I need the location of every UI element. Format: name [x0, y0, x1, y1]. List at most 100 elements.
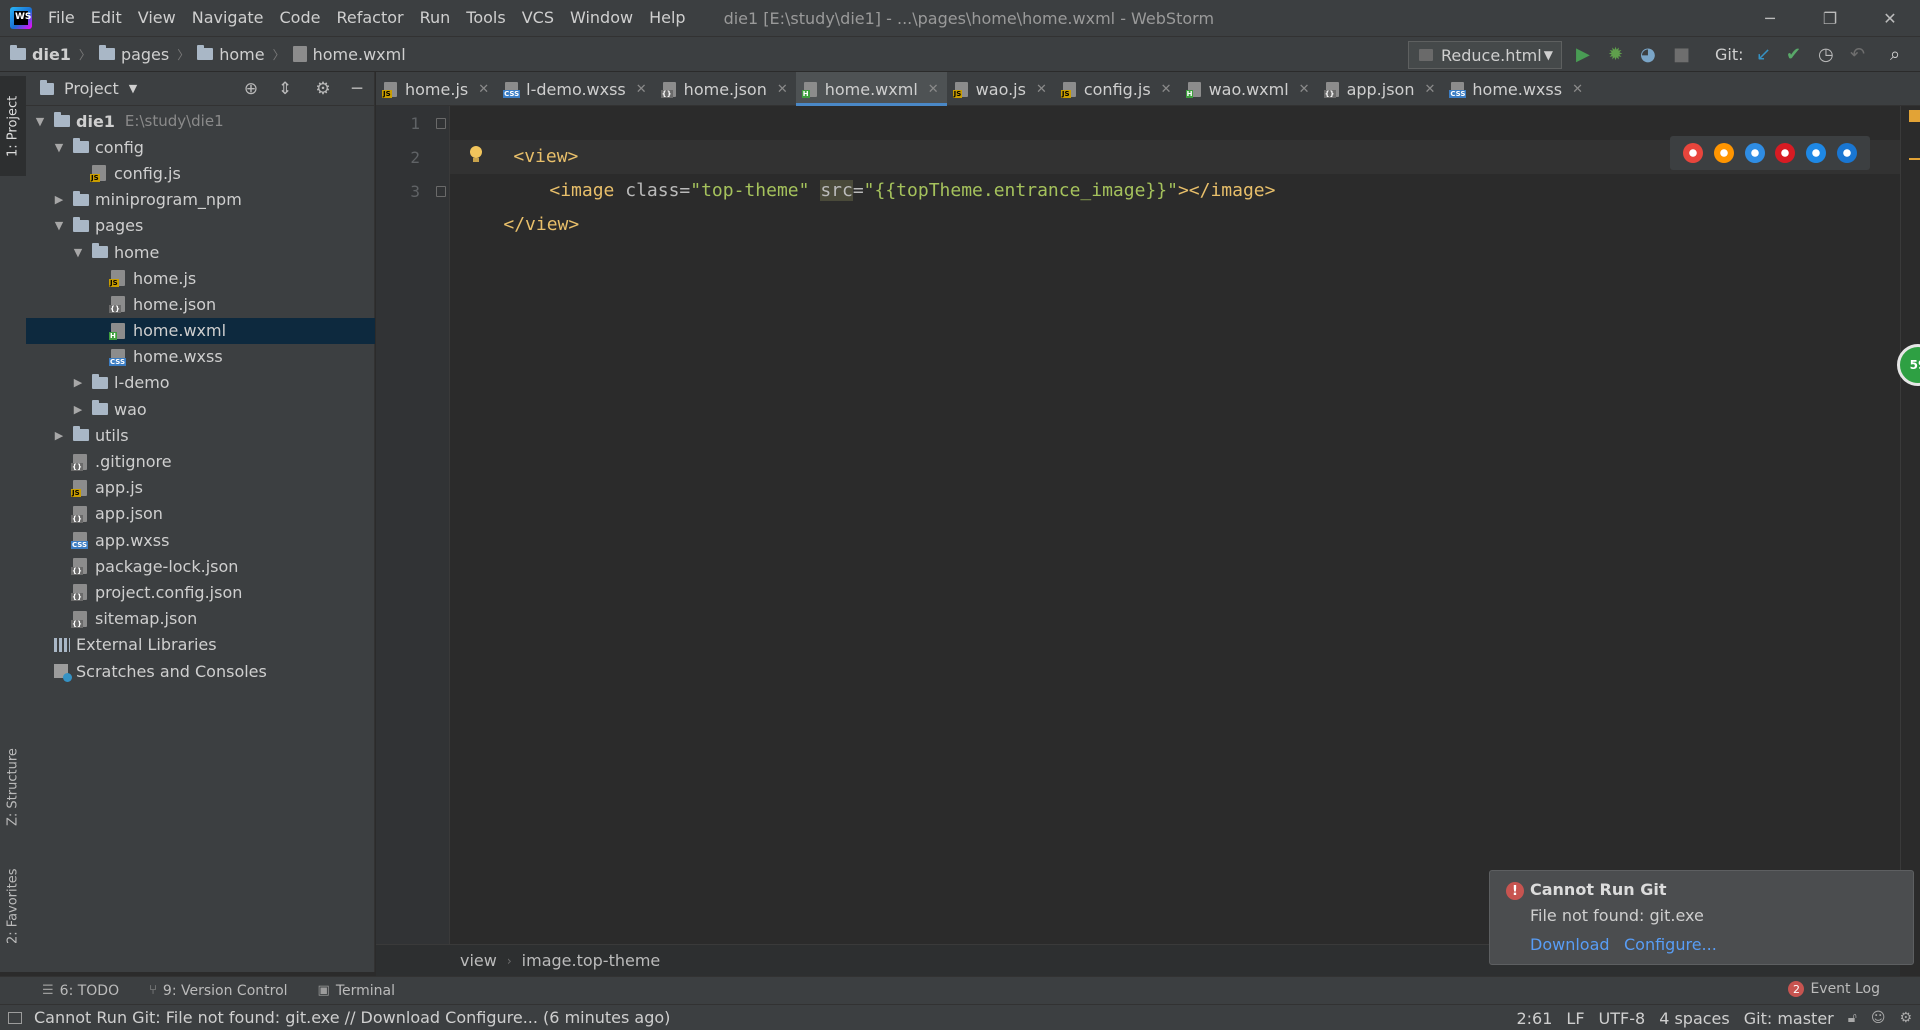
chevron-down-icon[interactable]: ▼ [129, 82, 137, 95]
close-icon[interactable]: ✕ [928, 82, 939, 97]
git-branch[interactable]: Git: master [1744, 1009, 1834, 1028]
breadcrumb-view[interactable]: view [460, 951, 497, 970]
nav-crumb-home[interactable]: home [193, 45, 265, 64]
nav-crumb-pages[interactable]: pages [95, 45, 169, 64]
collapsed-arrow-icon[interactable]: ▶ [51, 193, 67, 206]
tree-item[interactable]: External Libraries [26, 632, 375, 658]
edge-icon[interactable] [1836, 143, 1857, 163]
safari-icon[interactable] [1744, 143, 1765, 163]
collapsed-arrow-icon[interactable]: ▶ [70, 376, 86, 389]
git-commit-icon[interactable]: ✔ [1786, 45, 1801, 65]
close-icon[interactable]: ✕ [1036, 82, 1047, 97]
stop-icon[interactable]: ■ [1673, 45, 1690, 65]
line-separator[interactable]: LF [1566, 1009, 1584, 1028]
run-icon[interactable]: ▶ [1576, 45, 1590, 65]
menu-code[interactable]: Code [272, 0, 329, 36]
favorites-tool-tab[interactable]: 2: Favorites [0, 856, 26, 956]
tree-item[interactable]: ▼ home [26, 239, 375, 265]
tree-item[interactable]: ▶ utils [26, 422, 375, 448]
menu-help[interactable]: Help [641, 0, 693, 36]
editor-tab[interactable]: JS wao.js ✕ [947, 72, 1055, 106]
tree-item[interactable]: Hhome.wxml [26, 317, 375, 344]
debug-icon[interactable]: ✹ [1608, 45, 1623, 65]
hide-icon[interactable]: ─ [340, 79, 374, 99]
menu-vcs[interactable]: VCS [514, 0, 562, 36]
opera-icon[interactable] [1775, 143, 1796, 163]
tree-item[interactable]: CSS app.wxss [26, 527, 375, 553]
tree-item[interactable]: ▶ wao [26, 396, 375, 422]
panel-toggle-icon[interactable] [8, 1011, 22, 1024]
run-configuration-select[interactable]: Reduce.html ▼ [1408, 41, 1562, 69]
expanded-arrow-icon[interactable]: ▼ [51, 219, 67, 232]
tree-item[interactable]: {} package-lock.json [26, 553, 375, 579]
collapsed-arrow-icon[interactable]: ▶ [70, 403, 86, 416]
caret-position[interactable]: 2:61 [1516, 1009, 1552, 1028]
ie-icon[interactable] [1805, 143, 1826, 163]
terminal-tool-button[interactable]: ▣ Terminal [318, 983, 395, 999]
menu-refactor[interactable]: Refactor [328, 0, 411, 36]
locate-icon[interactable]: ⊕ [234, 79, 268, 99]
memory-icon[interactable]: ⚙ [1899, 1010, 1912, 1026]
editor-tab[interactable]: JS home.js ✕ [376, 72, 497, 106]
tree-item[interactable]: CSS home.wxss [26, 344, 375, 370]
tree-item[interactable]: {} home.json [26, 291, 375, 317]
warning-marker[interactable] [1909, 158, 1920, 160]
tree-item[interactable]: JS config.js [26, 160, 375, 186]
restore-button[interactable]: ❐ [1800, 0, 1860, 36]
fold-marker-icon[interactable] [436, 186, 446, 197]
close-icon[interactable]: ✕ [777, 82, 788, 97]
project-tool-tab[interactable]: 1: Project [0, 76, 26, 176]
coverage-icon[interactable]: ◕ [1640, 45, 1656, 65]
download-link[interactable]: Download [1530, 935, 1610, 954]
editor-tab[interactable]: JS config.js ✕ [1055, 72, 1180, 106]
structure-tool-tab[interactable]: Z: Structure [0, 732, 26, 842]
tree-item[interactable]: ▶ l-demo [26, 370, 375, 396]
menu-navigate[interactable]: Navigate [184, 0, 272, 36]
editor-tab[interactable]: CSS l-demo.wxss ✕ [497, 72, 655, 106]
tree-item[interactable]: ▶ miniprogram_npm [26, 187, 375, 213]
search-icon[interactable]: ⌕ [1890, 45, 1900, 65]
editor-tab[interactable]: Hwao.wxml ✕ [1180, 72, 1318, 106]
nav-crumb-project[interactable]: die1 [0, 45, 71, 64]
expanded-arrow-icon[interactable]: ▼ [70, 246, 86, 259]
close-button[interactable]: ✕ [1860, 0, 1920, 36]
tree-item[interactable]: ▼ config [26, 134, 375, 160]
revert-icon[interactable]: ↶ [1850, 45, 1865, 65]
project-view-selector[interactable]: Project [64, 79, 119, 98]
tree-item[interactable]: Scratches and Consoles [26, 658, 375, 684]
close-icon[interactable]: ✕ [1572, 82, 1583, 97]
chrome-icon[interactable] [1683, 143, 1704, 163]
version-control-tool-button[interactable]: ⑂ 9: Version Control [149, 983, 287, 999]
close-icon[interactable]: ✕ [478, 82, 489, 97]
menu-file[interactable]: File [40, 0, 83, 36]
expanded-arrow-icon[interactable]: ▼ [32, 115, 48, 128]
tree-item[interactable]: {} sitemap.json [26, 606, 375, 632]
indent-setting[interactable]: 4 spaces [1659, 1009, 1730, 1028]
close-icon[interactable]: ✕ [1299, 82, 1310, 97]
tree-item[interactable]: {} .gitignore [26, 448, 375, 474]
firefox-icon[interactable] [1713, 143, 1734, 163]
editor-tab[interactable]: CSS home.wxss ✕ [1443, 72, 1591, 106]
editor-tab[interactable]: Hhome.wxml ✕ [795, 72, 947, 106]
tree-item[interactable]: ▼ pages [26, 213, 375, 239]
menu-run[interactable]: Run [412, 0, 459, 36]
configure-link[interactable]: Configure... [1624, 935, 1717, 954]
editor-tab[interactable]: {} app.json ✕ [1318, 72, 1444, 106]
close-icon[interactable]: ✕ [636, 82, 647, 97]
close-icon[interactable]: ✕ [1161, 82, 1172, 97]
expanded-arrow-icon[interactable]: ▼ [51, 141, 67, 154]
file-encoding[interactable]: UTF-8 [1599, 1009, 1646, 1028]
menu-window[interactable]: Window [562, 0, 641, 36]
code-editor[interactable]: <view> <image class="top-theme" src="{{t… [450, 106, 1900, 944]
event-log-button[interactable]: 2 Event Log [1788, 981, 1880, 997]
editor-tab[interactable]: {} home.json ✕ [655, 72, 796, 106]
breadcrumb-image[interactable]: image.top-theme [522, 951, 661, 970]
tree-item[interactable]: {} app.json [26, 501, 375, 527]
collapse-all-icon[interactable]: ⇕ [268, 79, 302, 99]
gear-icon[interactable]: ⚙ [306, 79, 340, 99]
collapsed-arrow-icon[interactable]: ▶ [51, 429, 67, 442]
fold-marker-icon[interactable] [436, 118, 446, 129]
minimize-button[interactable]: ─ [1740, 0, 1800, 36]
menu-view[interactable]: View [130, 0, 184, 36]
close-icon[interactable]: ✕ [1424, 82, 1435, 97]
